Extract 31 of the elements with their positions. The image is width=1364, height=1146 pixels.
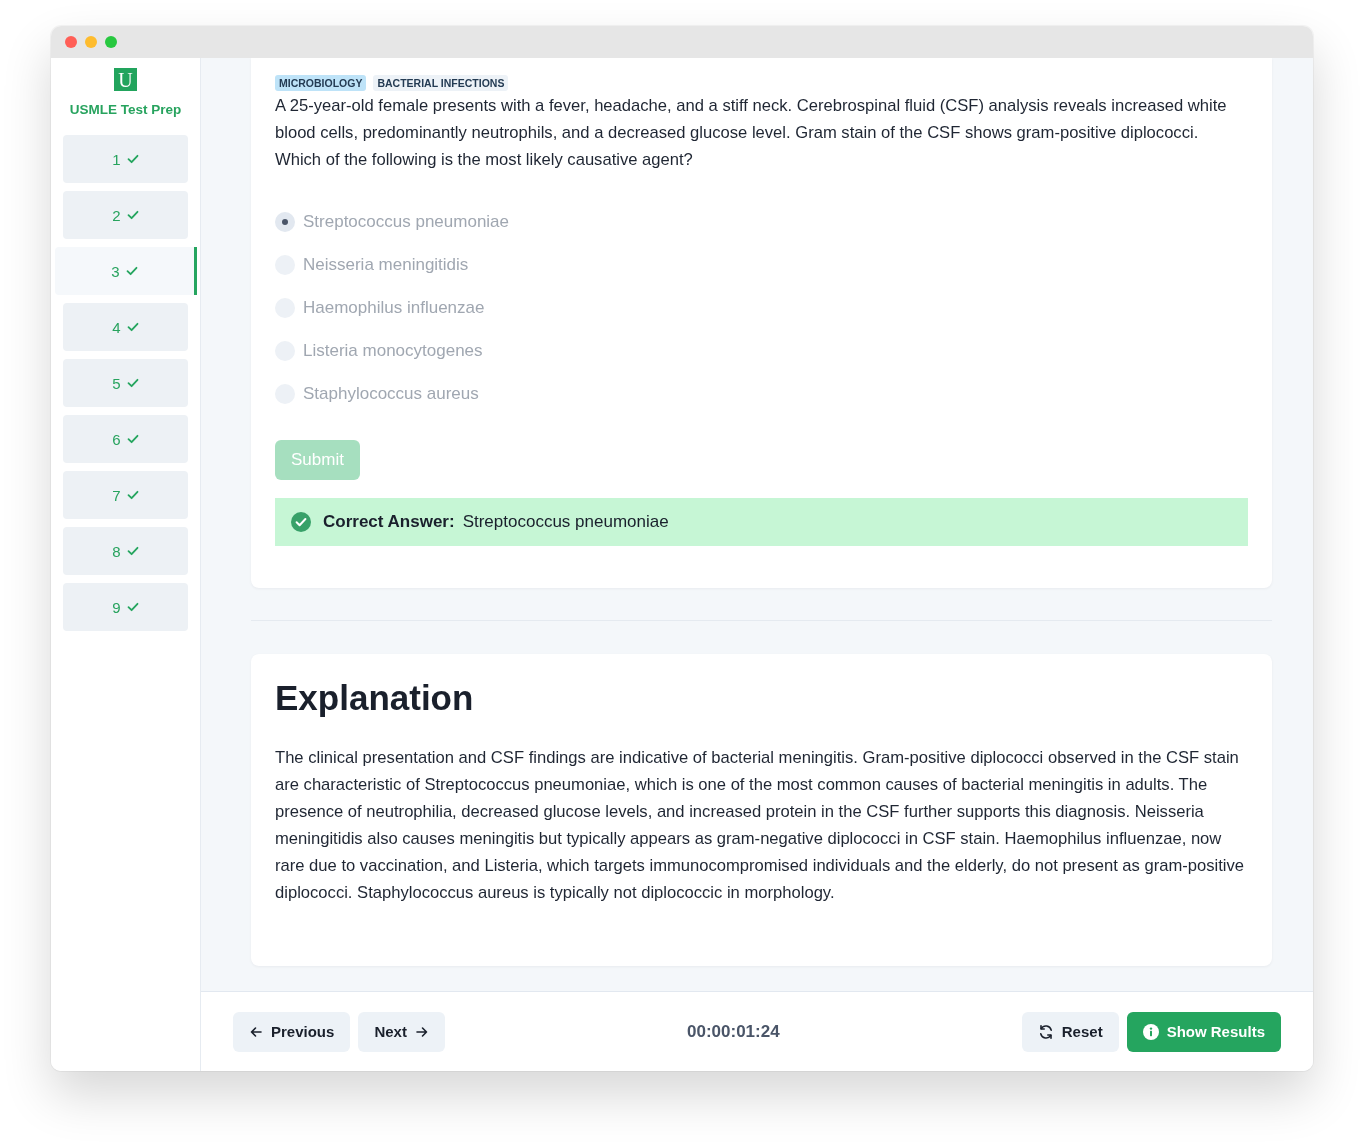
- app-title: USMLE Test Prep: [69, 101, 182, 119]
- window-close-icon[interactable]: [65, 36, 77, 48]
- window-minimize-icon[interactable]: [85, 36, 97, 48]
- question-nav-item[interactable]: 5: [63, 359, 188, 407]
- question-nav-item[interactable]: 2: [63, 191, 188, 239]
- explanation-title: Explanation: [275, 677, 475, 719]
- info-icon: [1142, 1023, 1159, 1040]
- question-text: A 25-year-old female presents with a fever, headache, and a stiff neck. Cerebrospinal fluid (CSF) analysis reveals increased white blood cells, predominantly neutrophils, and a decreased glucose level. Gram stain of the CSF shows gram-positive diplococci. Which of the following is the most likely causative agent?: [275, 95, 1228, 171]
- question-nav-item[interactable]: 6: [63, 415, 188, 463]
- result-label: Correct Answer:: [323, 512, 455, 532]
- logo: U: [114, 68, 137, 91]
- category-tag: BACTERIAL INFECTIONS: [373, 75, 509, 91]
- question-nav-item[interactable]: 4: [63, 303, 188, 351]
- question-nav-item[interactable]: 9: [63, 583, 188, 631]
- explanation-text: The clinical presentation and CSF findings are indicative of bacterial meningitis. Gram-positive diplococci observed in the CSF stain are characteristic of Streptococcus pneumoniae, which is one of the most common causes of bacterial meningitis in adults. The presence of neutrophilia, decreased glucose levels, and increased protein in the CSF further supports this diagnosis. Neisseria meningitidis also causes meningitis but typically appears as gram-negative diplococci in CSF stain. Haemophilus influenzae, now rare due to vaccination, and Listeria, which targets immunocompromised individuals and the elderly, do not present as gram-positive diplococci. Staphylococcus aureus is typically not diplococcic in morphology.: [275, 747, 1246, 904]
- arrow-left-icon: [249, 1024, 263, 1039]
- previous-button[interactable]: Previous: [233, 1011, 351, 1052]
- window-maximize-icon[interactable]: [105, 36, 117, 48]
- question-nav-item[interactable]: 8: [63, 527, 188, 575]
- question-nav-item[interactable]: 3: [55, 247, 197, 295]
- arrow-right-icon: [414, 1024, 429, 1039]
- show-results-button[interactable]: Show Results: [1126, 1011, 1281, 1052]
- refresh-icon: [1037, 1023, 1054, 1040]
- reset-button[interactable]: Reset: [1021, 1011, 1119, 1052]
- timer-text: 00:00:01:24: [687, 1021, 780, 1042]
- question-nav-item[interactable]: 1: [63, 135, 188, 183]
- next-button[interactable]: Next: [358, 1011, 445, 1052]
- result-answer: Streptococcus pneumoniae: [462, 512, 669, 532]
- category-tag: MICROBIOLOGY: [275, 75, 367, 91]
- question-nav-item[interactable]: 7: [63, 471, 188, 519]
- check-circle-icon: [291, 512, 311, 532]
